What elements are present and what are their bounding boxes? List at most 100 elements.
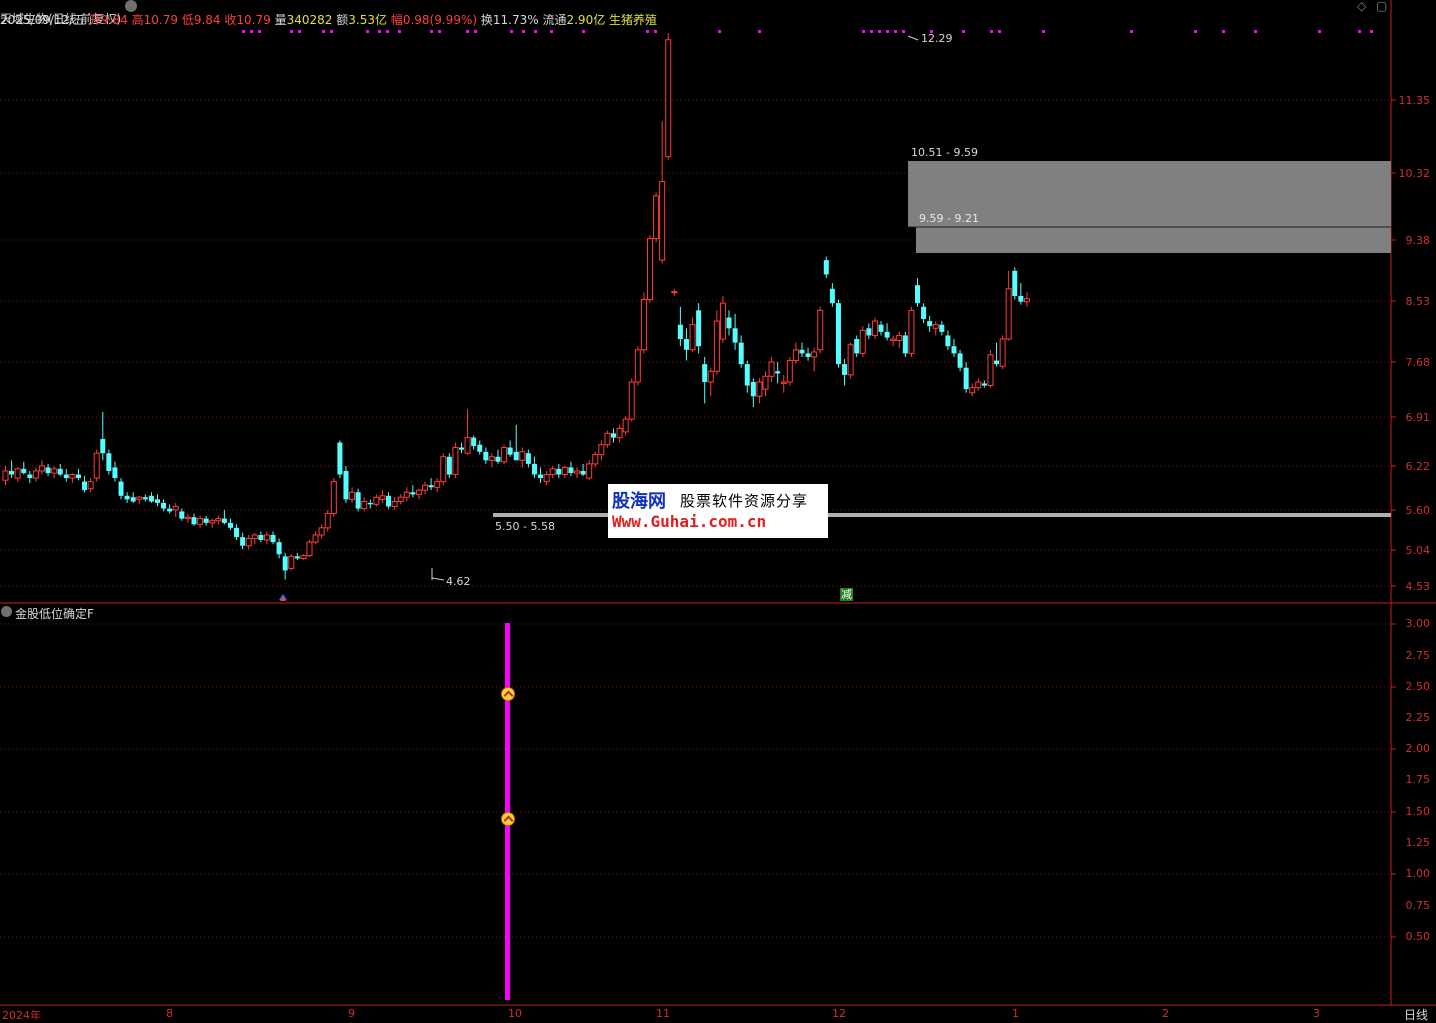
candle[interactable]: [197, 515, 204, 528]
candle[interactable]: [440, 453, 447, 486]
candle[interactable]: [932, 321, 939, 336]
candle[interactable]: [775, 362, 781, 384]
candle[interactable]: [263, 531, 270, 545]
candle[interactable]: [786, 356, 793, 386]
candle[interactable]: [258, 531, 264, 543]
candle[interactable]: [592, 451, 599, 468]
candle[interactable]: [32, 467, 39, 482]
candle[interactable]: [780, 374, 787, 393]
candle[interactable]: [63, 468, 69, 482]
candle[interactable]: [397, 494, 404, 505]
diamond-button[interactable]: ◇: [1357, 0, 1366, 13]
candle[interactable]: [696, 303, 702, 354]
candle[interactable]: [355, 488, 361, 512]
candle[interactable]: [27, 470, 33, 484]
candle[interactable]: [677, 306, 683, 347]
candle[interactable]: [1018, 283, 1024, 305]
candle[interactable]: [927, 316, 933, 332]
candle[interactable]: [148, 492, 154, 503]
candle[interactable]: [719, 295, 726, 343]
candle[interactable]: [854, 335, 860, 357]
candle[interactable]: [403, 487, 410, 502]
candle[interactable]: [713, 310, 720, 375]
candle[interactable]: [136, 495, 143, 505]
candle[interactable]: [245, 535, 252, 550]
candle[interactable]: [82, 475, 88, 493]
candle[interactable]: [294, 552, 300, 560]
candle[interactable]: [646, 235, 653, 304]
candle[interactable]: [203, 515, 209, 526]
candle[interactable]: [501, 444, 508, 464]
candle[interactable]: [312, 531, 319, 545]
candle[interactable]: [1005, 270, 1012, 341]
candle[interactable]: [276, 538, 282, 559]
candle[interactable]: [446, 453, 452, 479]
candle[interactable]: [799, 342, 805, 357]
candle[interactable]: [634, 346, 641, 386]
sector-tag[interactable]: 生猪养殖: [609, 13, 657, 27]
candle[interactable]: [379, 490, 386, 503]
candle[interactable]: [945, 330, 951, 350]
candle[interactable]: [611, 428, 616, 443]
candle[interactable]: [640, 292, 647, 354]
candle[interactable]: [324, 510, 331, 532]
candle[interactable]: [835, 299, 841, 368]
candle[interactable]: [823, 256, 829, 279]
candle[interactable]: [531, 456, 537, 479]
candle[interactable]: [902, 331, 908, 357]
candle[interactable]: [969, 383, 976, 397]
candle[interactable]: [957, 349, 963, 372]
candle[interactable]: [124, 492, 130, 503]
candle[interactable]: [1012, 267, 1018, 300]
candle[interactable]: [191, 513, 197, 526]
candle[interactable]: [884, 323, 890, 341]
candle[interactable]: [871, 317, 878, 340]
candle[interactable]: [859, 326, 866, 357]
candle[interactable]: [543, 470, 550, 486]
candle[interactable]: [428, 478, 434, 491]
candle[interactable]: [161, 499, 167, 512]
candle[interactable]: [45, 463, 51, 476]
candle[interactable]: [689, 317, 696, 352]
candle[interactable]: [270, 531, 276, 545]
candle[interactable]: [495, 449, 501, 464]
candle[interactable]: [172, 502, 179, 518]
candle[interactable]: [483, 447, 489, 464]
candle[interactable]: [921, 303, 927, 324]
candle[interactable]: [106, 449, 112, 475]
candle[interactable]: [896, 331, 903, 348]
candle[interactable]: [234, 524, 240, 540]
candle[interactable]: [939, 321, 945, 336]
candle[interactable]: [373, 494, 380, 507]
candle[interactable]: [155, 494, 160, 507]
candle[interactable]: [288, 554, 295, 571]
candle[interactable]: [750, 378, 756, 407]
candle[interactable]: [659, 121, 666, 264]
candle[interactable]: [118, 478, 124, 500]
candle[interactable]: [847, 342, 854, 379]
candle[interactable]: [561, 466, 568, 479]
candle[interactable]: [21, 461, 27, 475]
candle[interactable]: [209, 518, 216, 528]
candle[interactable]: [51, 466, 58, 479]
candle[interactable]: [349, 487, 356, 503]
candle[interactable]: [981, 380, 987, 388]
candle[interactable]: [282, 552, 288, 580]
candle[interactable]: [227, 518, 233, 530]
candle[interactable]: [100, 412, 106, 461]
candle[interactable]: [683, 328, 689, 361]
candle[interactable]: [367, 499, 373, 509]
candle[interactable]: [415, 488, 422, 500]
candle[interactable]: [628, 378, 635, 422]
candle[interactable]: [221, 510, 227, 525]
candle[interactable]: [318, 524, 325, 539]
candle[interactable]: [915, 278, 920, 307]
candle[interactable]: [69, 473, 76, 484]
period-label[interactable]: 日线: [1404, 1006, 1428, 1023]
candle[interactable]: [671, 288, 678, 296]
candle[interactable]: [702, 356, 708, 404]
candle[interactable]: [38, 460, 45, 475]
candle[interactable]: [391, 497, 398, 510]
candle[interactable]: [422, 481, 429, 495]
candle[interactable]: [538, 467, 544, 484]
